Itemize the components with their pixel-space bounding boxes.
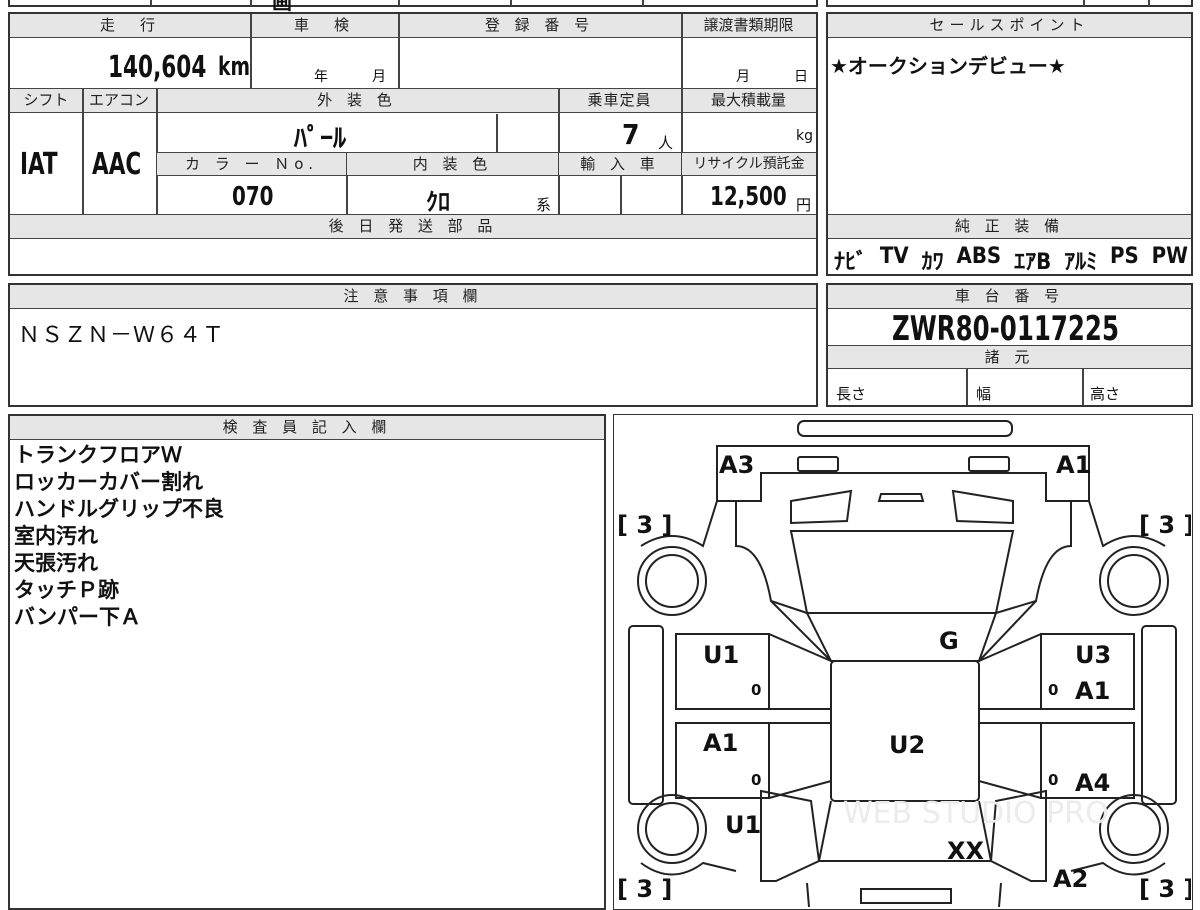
mark-g-windshield: G — [939, 627, 959, 655]
mark-a4-right-rear-door: A4 — [1075, 769, 1110, 797]
sales-point-panel: セールスポイント ★オークションデビュー★ 純 正 装 備 ﾅﾋﾞ TV ｶﾜ … — [826, 12, 1193, 276]
sales-point-header: セールスポイント — [828, 14, 1191, 38]
mark-u1-rear-left: U1 — [725, 811, 761, 839]
inspector-line: タッチＰ跡 — [14, 578, 119, 602]
inspector-line: トランクフロアＷ — [14, 443, 182, 467]
mark-zero: 0 — [1048, 771, 1058, 789]
header-recycle: リサイクル預託金 — [682, 153, 816, 176]
top-strip: 画 — [8, 0, 818, 14]
sales-point-text: ★オークションデビュー★ — [830, 54, 1066, 78]
header-import: 輸 入 車 — [559, 153, 681, 176]
mark-xx-rear: XX — [947, 837, 985, 865]
recycle-unit: 円 — [796, 196, 812, 214]
equipment-list: ﾅﾋﾞ TV ｶﾜ ABS ｴｱB ｱﾙﾐ PS PW — [834, 244, 1188, 276]
mark-u1-left-front-door: U1 — [703, 641, 739, 669]
inspector-line: 天張汚れ — [14, 551, 98, 575]
interior-color-value: ｸﾛ — [426, 188, 450, 216]
header-shift: シフト — [10, 89, 82, 113]
mark-a1-left-rear-door: A1 — [703, 729, 738, 757]
mileage-unit: km — [218, 52, 250, 82]
car-condition-diagram: WEB STUDIO PRO A3 A1 [ 3 ] [ 3 ] [ 3 ] [… — [617, 420, 1191, 907]
color-no-value: 070 — [232, 182, 274, 212]
mileage-value: 140,604 — [108, 50, 207, 85]
header-interior-color: 内 装 色 — [347, 153, 558, 176]
equipment-item-abs: ABS — [956, 244, 1002, 269]
spec-height-label: 高さ — [1090, 385, 1121, 403]
equipment-item-pw: PW — [1151, 244, 1188, 269]
top-strip-right — [826, 0, 1193, 7]
equipment-item-tv: TV — [879, 244, 909, 269]
deadline-day-label: 日 — [794, 69, 808, 85]
exterior-color-value: ﾊﾟｰﾙ — [294, 124, 347, 154]
mark-a1-front: A1 — [1056, 451, 1091, 479]
chassis-number: ZWR80-0117225 — [892, 309, 1119, 349]
aircon-value: AAC — [92, 147, 142, 182]
max-load-unit: kg — [796, 128, 813, 144]
header-registration: 登 録 番 号 — [398, 14, 681, 38]
spec-width-label: 幅 — [976, 385, 992, 403]
mark-zero: 0 — [751, 771, 761, 789]
recycle-value: 12,500 — [710, 182, 787, 212]
header-capacity: 乗車定員 — [558, 89, 681, 113]
tire-rear-right: [ 3 ] — [1139, 875, 1191, 903]
equipment-item-airbag: ｴｱB — [1014, 250, 1052, 275]
notes-header: 注 意 事 項 欄 — [10, 285, 816, 309]
watermark-text: WEB STUDIO PRO — [843, 796, 1109, 831]
mark-a1-right-front-door: A1 — [1075, 677, 1110, 705]
equipment-item-ps: PS — [1109, 244, 1139, 269]
shaken-month-label: 月 — [372, 69, 386, 85]
chassis-header: 車 台 番 号 — [828, 285, 1191, 309]
mark-zero: 0 — [751, 681, 761, 699]
inspector-header: 検 査 員 記 入 欄 — [10, 416, 604, 440]
inspector-line: 室内汚れ — [14, 524, 98, 548]
deadline-month-label: 月 — [736, 69, 750, 85]
equipment-item-alloy: ｱﾙﾐ — [1064, 250, 1098, 275]
mark-a2-rear-right: A2 — [1053, 865, 1088, 893]
header-shaken: 車 検 — [250, 14, 398, 38]
header-exterior-color: 外 装 色 — [156, 89, 558, 113]
spec-length-label: 長さ — [836, 385, 867, 403]
tire-front-right: [ 3 ] — [1139, 511, 1191, 539]
chassis-panel: 車 台 番 号 ZWR80-0117225 諸 元 長さ 幅 高さ — [826, 283, 1193, 407]
vehicle-info-table: 走 行 車 検 登 録 番 号 譲渡書類期限 140,604 km 年 月 月 … — [8, 12, 818, 276]
mark-a3-front: A3 — [719, 451, 754, 479]
header-max-load: 最大積載量 — [681, 89, 816, 113]
shaken-year-label: 年 — [314, 69, 328, 85]
capacity-unit: 人 — [658, 134, 674, 152]
header-transfer-deadline: 譲渡書類期限 — [681, 14, 816, 38]
capacity-value: 7 — [622, 118, 640, 151]
equipment-item-leather: ｶﾜ — [921, 250, 944, 275]
header-mileage: 走 行 — [10, 14, 250, 38]
header-color-no: カ ラ ー Ｎo. — [157, 153, 346, 176]
tire-front-left: [ 3 ] — [617, 511, 672, 539]
notes-text: ＮＳＺＮ－Ｗ６４Ｔ — [18, 323, 226, 348]
specs-header: 諸 元 — [828, 346, 1191, 369]
interior-color-suffix: 系 — [536, 196, 552, 214]
inspector-line: ロッカーカバー割れ — [14, 470, 203, 494]
mark-u2-roof: U2 — [889, 731, 925, 759]
header-aircon: エアコン — [82, 89, 156, 113]
equipment-header: 純 正 装 備 — [828, 215, 1191, 239]
equipment-item-navi: ﾅﾋﾞ — [834, 250, 868, 275]
inspector-panel: 検 査 員 記 入 欄 トランクフロアＷ ロッカーカバー割れ ハンドルグリップ不… — [8, 414, 606, 910]
shift-value: IAT — [20, 147, 58, 182]
inspector-line: バンパー下Ａ — [14, 605, 142, 629]
header-later-parts: 後 日 発 送 部 品 — [10, 215, 816, 239]
mark-zero: 0 — [1048, 681, 1058, 699]
inspector-line: ハンドルグリップ不良 — [14, 497, 224, 521]
notes-panel: 注 意 事 項 欄 ＮＳＺＮ－Ｗ６４Ｔ — [8, 283, 818, 407]
mark-u3-right-front-door: U3 — [1075, 641, 1111, 669]
tire-rear-left: [ 3 ] — [617, 875, 672, 903]
inspector-notes: トランクフロアＷ ロッカーカバー割れ ハンドルグリップ不良 室内汚れ 天張汚れ … — [14, 442, 224, 631]
condition-diagram-panel: WEB STUDIO PRO A3 A1 [ 3 ] [ 3 ] [ 3 ] [… — [613, 414, 1193, 910]
